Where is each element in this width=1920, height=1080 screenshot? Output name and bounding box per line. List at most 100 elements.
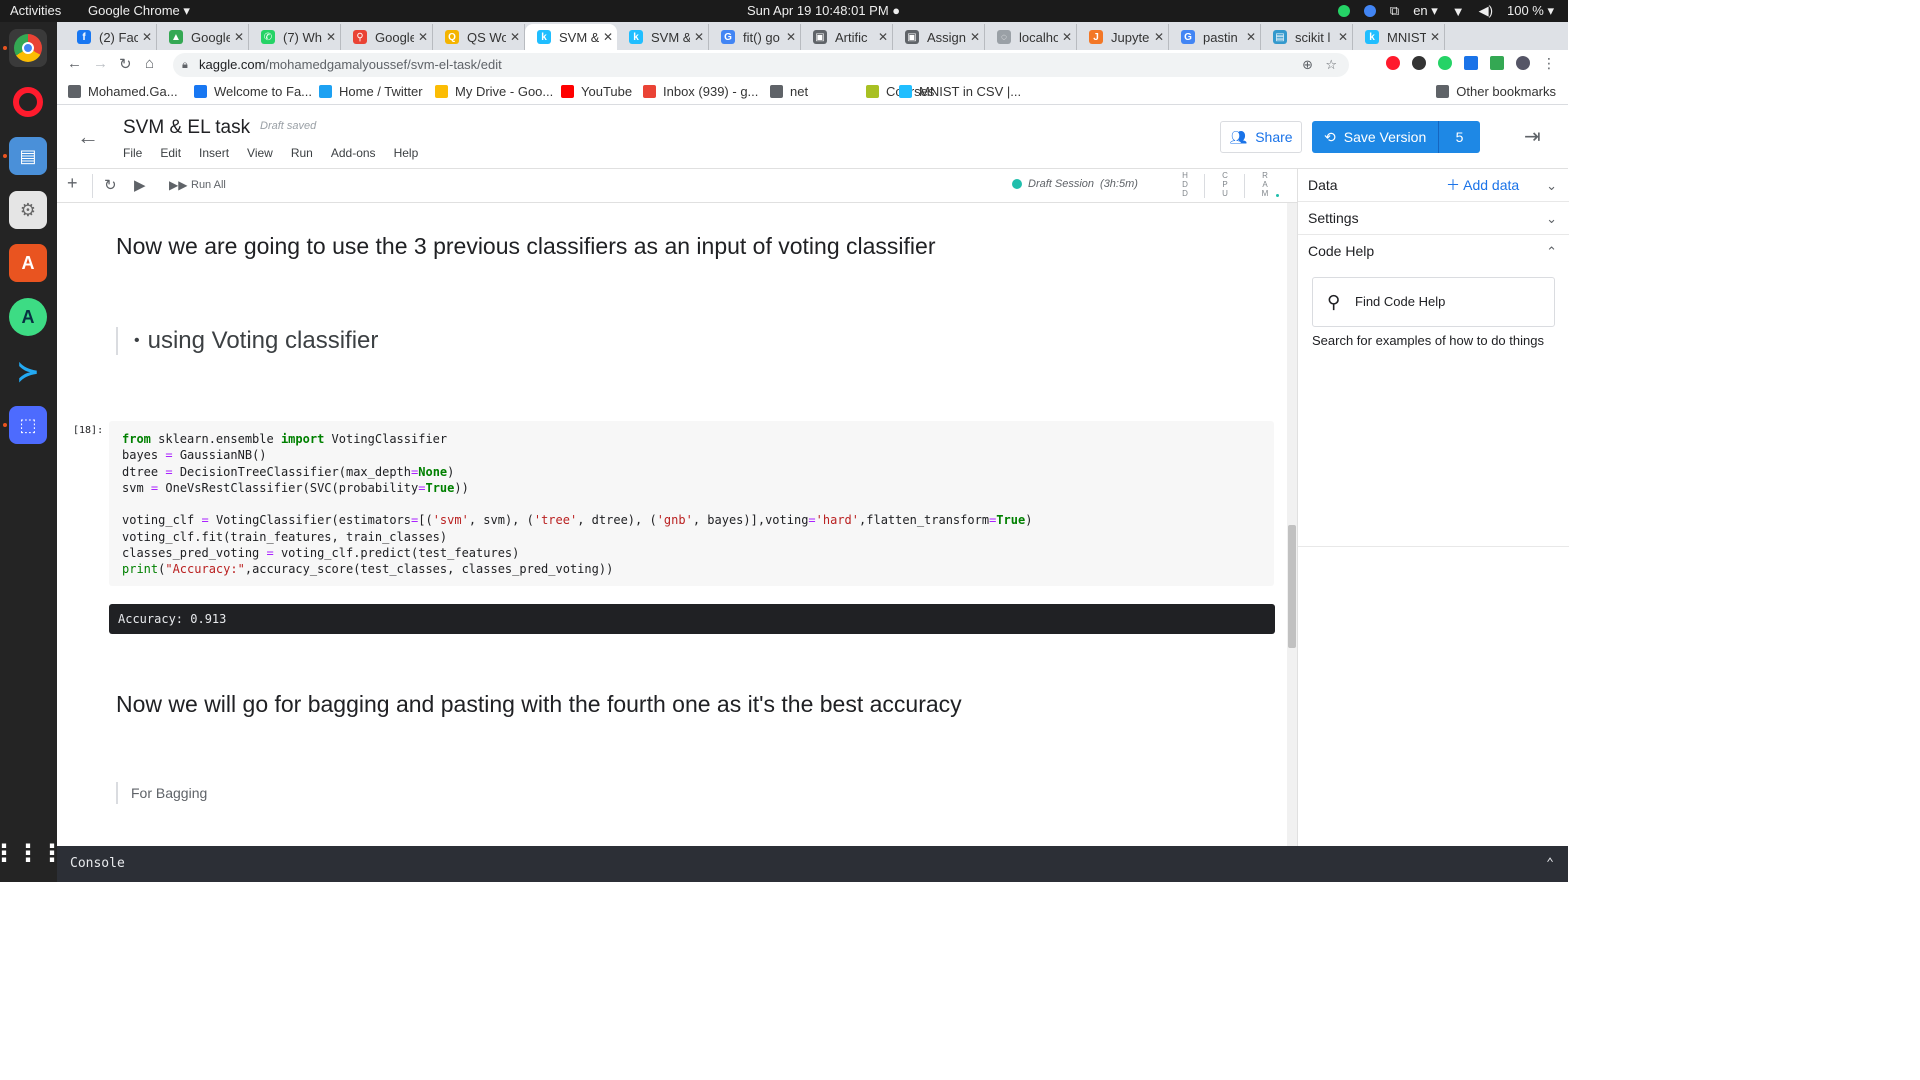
tab-close-icon[interactable]: ✕ — [782, 30, 800, 44]
whatsapp-tray-icon[interactable] — [1337, 5, 1350, 17]
screenshot-launcher-icon[interactable]: ⬚ — [9, 406, 47, 444]
settings-launcher-icon[interactable]: ⚙ — [9, 191, 47, 229]
files-launcher-icon[interactable]: ▤ — [9, 137, 47, 175]
extension-icon[interactable] — [1490, 56, 1504, 70]
add-data-button[interactable]: ＋ Add data — [1446, 169, 1519, 202]
tab-close-icon[interactable]: ✕ — [966, 30, 984, 44]
battery-indicator[interactable]: 100 % ▾ — [1507, 3, 1554, 19]
bookmark-item[interactable]: YouTube — [561, 84, 632, 99]
session-status[interactable]: Draft Session (3h:5m) — [1012, 178, 1138, 190]
restart-icon[interactable]: ↻ — [104, 176, 117, 194]
menu-run[interactable]: Run — [291, 146, 313, 160]
scrollbar-thumb[interactable] — [1288, 525, 1296, 648]
menu-insert[interactable]: Insert — [199, 146, 229, 160]
chevron-up-icon[interactable]: ⌃ — [1546, 235, 1557, 268]
browser-tab[interactable]: ▲ Google ✕ — [157, 24, 249, 50]
tab-close-icon[interactable]: ✕ — [1426, 30, 1444, 44]
markdown-heading-bagging[interactable]: Now we will go for bagging and pasting w… — [116, 691, 962, 718]
add-cell-icon[interactable]: + — [67, 173, 78, 194]
opera-extension-icon[interactable] — [1386, 56, 1400, 70]
android-studio-launcher-icon[interactable]: A — [9, 298, 47, 336]
tab-close-icon[interactable]: ✕ — [138, 30, 156, 44]
data-section-header[interactable]: Data ＋ Add data ⌄ — [1298, 169, 1569, 202]
bookmark-star-icon[interactable]: ☆ — [1325, 53, 1337, 77]
browser-tab[interactable]: ▣ Assign ✕ — [893, 24, 985, 50]
system-tray[interactable]: ⧉ en ▾ ▼ ◀) 100 % ▾ — [1337, 3, 1554, 19]
show-applications-icon[interactable]: ⋮⋮⋮ — [0, 834, 64, 872]
notebook-title[interactable]: SVM & EL task — [123, 117, 250, 139]
collapse-sidebar-icon[interactable]: ⇥ — [1524, 124, 1541, 149]
browser-tab[interactable]: Gfit() go ✕ — [709, 24, 801, 50]
bookmark-item[interactable]: net — [770, 84, 808, 99]
code-cell[interactable]: from sklearn.ensemble import VotingClass… — [109, 421, 1274, 586]
browser-menu-icon[interactable]: ⋮ — [1542, 56, 1556, 70]
browser-tab[interactable]: f (2) Face✕ — [65, 24, 157, 50]
tab-close-icon[interactable]: ✕ — [230, 30, 248, 44]
tab-close-icon[interactable]: ✕ — [1150, 30, 1168, 44]
extension-icon[interactable] — [1412, 56, 1426, 70]
system-clock[interactable]: Sun Apr 19 10:48:01 PM ● — [747, 3, 900, 18]
bookmark-item[interactable]: Home / Twitter — [319, 84, 423, 99]
other-bookmarks[interactable]: Other bookmarks — [1436, 84, 1556, 99]
chrome-launcher-icon[interactable] — [9, 29, 47, 67]
tab-close-icon[interactable]: ✕ — [1242, 30, 1260, 44]
chevron-up-icon[interactable]: ⌃ — [1546, 846, 1554, 882]
tab-close-icon[interactable]: ✕ — [874, 30, 892, 44]
browser-tab[interactable]: ✆ (7) Wh ✕ — [249, 24, 341, 50]
settings-section-header[interactable]: Settings ⌄ — [1298, 202, 1569, 235]
extension-icon[interactable] — [1464, 56, 1478, 70]
code-help-section-header[interactable]: Code Help ⌃ — [1298, 235, 1569, 268]
bookmark-item[interactable]: Mohamed.Ga... — [68, 84, 178, 99]
notebook-scrollbar[interactable] — [1287, 203, 1297, 846]
back-arrow-icon[interactable]: ← — [77, 124, 99, 150]
browser-tab[interactable]: ⚲ Google ✕ — [341, 24, 433, 50]
chevron-down-icon[interactable]: ⌄ — [1546, 202, 1557, 235]
menu-file[interactable]: File — [123, 146, 142, 160]
whatsapp-extension-icon[interactable] — [1438, 56, 1452, 70]
screen-share-icon[interactable]: ⧉ — [1390, 3, 1399, 19]
browser-tab[interactable]: k MNIST ✕ — [1353, 24, 1445, 50]
home-icon[interactable]: ⌂ — [145, 55, 154, 72]
tab-close-icon[interactable]: ✕ — [506, 30, 524, 44]
browser-tab[interactable]: Q QS Wo ✕ — [433, 24, 525, 50]
language-indicator[interactable]: en ▾ — [1413, 3, 1438, 19]
activities-button[interactable]: Activities — [10, 3, 61, 18]
browser-tab[interactable]: ▤ scikit l ✕ — [1261, 24, 1353, 50]
lock-icon[interactable]: 🔒︎ — [182, 53, 188, 77]
browser-tab[interactable]: Gpastin ✕ — [1169, 24, 1261, 50]
bookmark-item[interactable]: MNIST in CSV |... — [899, 84, 1021, 99]
tab-close-icon[interactable]: ✕ — [1334, 30, 1352, 44]
menu-view[interactable]: View — [247, 146, 273, 160]
profile-avatar[interactable] — [1516, 56, 1530, 70]
run-all-button[interactable]: Run All — [191, 179, 226, 191]
browser-tab[interactable]: ◌ localho ✕ — [985, 24, 1077, 50]
zoom-icon[interactable]: ⊕ — [1302, 53, 1313, 77]
vscode-launcher-icon[interactable]: ≻ — [9, 352, 47, 390]
chevron-down-icon[interactable]: ⌄ — [1546, 169, 1557, 202]
menu-addons[interactable]: Add-ons — [331, 146, 376, 160]
reload-icon[interactable]: ↻ — [119, 55, 132, 73]
version-count[interactable]: 5 — [1438, 121, 1480, 153]
menu-edit[interactable]: Edit — [160, 146, 181, 160]
software-center-launcher-icon[interactable]: A — [9, 244, 47, 282]
tab-close-icon[interactable]: ✕ — [599, 30, 617, 44]
hdd-meter[interactable]: H D D — [1180, 171, 1190, 198]
app-menu[interactable]: Google Chrome ▾ — [88, 3, 190, 19]
bookmark-item[interactable]: Welcome to Fa... — [194, 84, 312, 99]
url-bar[interactable]: 🔒︎ kaggle.com/mohamedgamalyoussef/svm-el… — [173, 53, 1349, 77]
markdown-heading-voting[interactable]: Now we are going to use the 3 previous c… — [116, 233, 935, 260]
bookmark-item[interactable]: Inbox (939) - g... — [643, 84, 758, 99]
run-all-icon[interactable]: ▶▶ — [169, 178, 187, 192]
menu-help[interactable]: Help — [394, 146, 419, 160]
cpu-meter[interactable]: C P U — [1220, 171, 1230, 198]
console-bar[interactable]: Console ⌃ — [57, 846, 1568, 882]
browser-tab[interactable]: k SVM & ✕ — [617, 24, 709, 50]
browser-tab[interactable]: J Jupyte ✕ — [1077, 24, 1169, 50]
back-icon[interactable]: ← — [67, 55, 82, 72]
share-button[interactable]: 👥︎ Share — [1220, 121, 1302, 153]
save-version-button[interactable]: ⟲ Save Version 5 — [1312, 121, 1480, 153]
tab-close-icon[interactable]: ✕ — [690, 30, 708, 44]
run-cell-icon[interactable]: ▶ — [134, 176, 146, 194]
tab-close-icon[interactable]: ✕ — [1058, 30, 1076, 44]
ram-meter[interactable]: R A M — [1260, 171, 1270, 198]
